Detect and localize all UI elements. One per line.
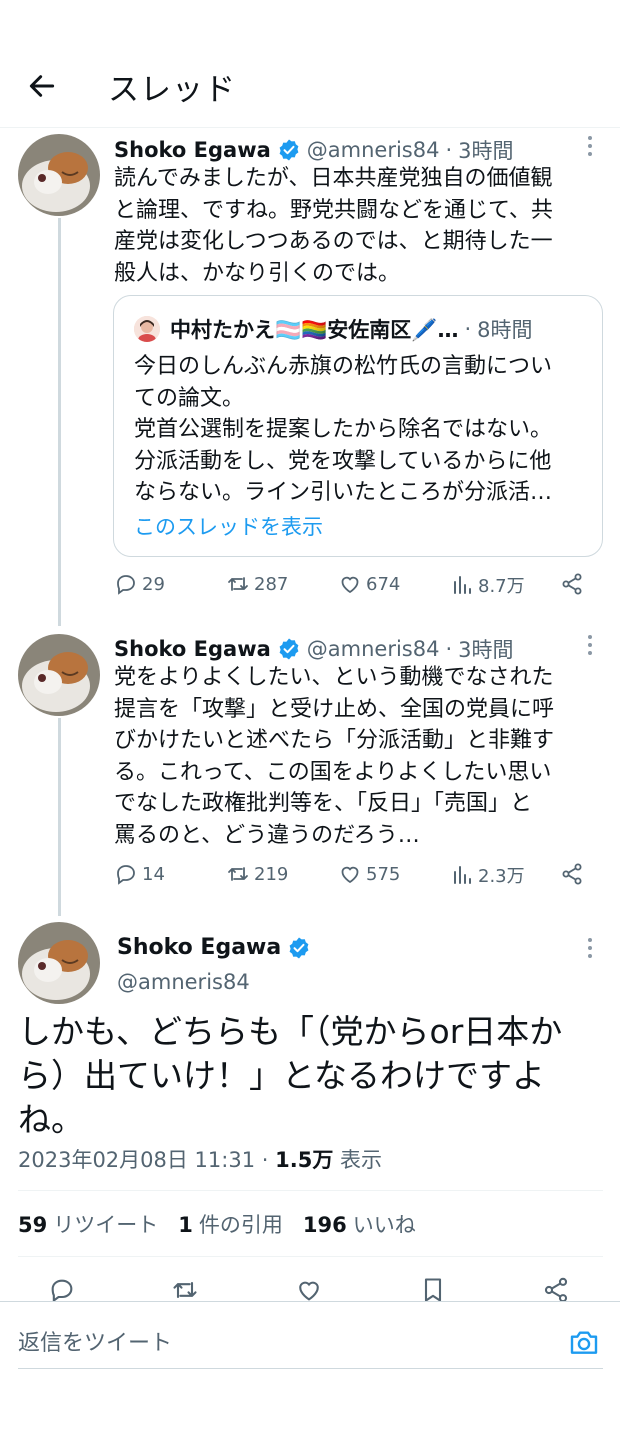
retweets-stat[interactable]: 59 リツイート: [18, 1209, 158, 1239]
user-handle[interactable]: @amneris84: [117, 970, 250, 994]
likes-stat[interactable]: 196 いいね: [303, 1209, 416, 1239]
reply-input[interactable]: 返信をツイート: [18, 1325, 172, 1357]
engagement-stats: 59 リツイート 1 件の引用 196 いいね: [18, 1209, 416, 1239]
quoted-tweet[interactable]: 中村たかえ🏳️‍⚧️🏳️‍🌈安佐南区🖊️… · 8時間 今日のしんぶん赤旗の松竹…: [113, 295, 603, 557]
retweet-icon: [228, 577, 248, 591]
like-count: 575: [366, 863, 401, 885]
tweet-text: 党をよりよくしたい、という動機でなされた 提言を「攻撃」と受け止め、全国の党員に…: [114, 665, 555, 848]
tweet-actions: 29 287 674 8.7万: [114, 572, 594, 602]
reply-count: 29: [142, 573, 165, 595]
separator-dot: ·: [261, 1148, 269, 1172]
share-icon: [562, 863, 582, 885]
tweet-time[interactable]: 3時間: [458, 135, 513, 165]
like-button[interactable]: 575: [338, 862, 400, 886]
avatar[interactable]: [18, 634, 100, 716]
views-chart-icon: [454, 576, 471, 594]
divider: [18, 1190, 603, 1191]
views-chart-icon: [454, 866, 471, 884]
more-options-icon[interactable]: [580, 936, 600, 960]
separator-dot: ·: [445, 637, 453, 661]
quoted-header: 中村たかえ🏳️‍⚧️🏳️‍🌈安佐南区🖊️… · 8時間: [170, 314, 533, 344]
retweet-button[interactable]: 219: [226, 862, 288, 886]
main-tweet-header: Shoko Egawa: [117, 935, 317, 960]
bookmark-icon[interactable]: [419, 1276, 447, 1304]
separator-dot: ·: [464, 317, 472, 341]
avatar[interactable]: [18, 134, 100, 216]
views-button[interactable]: 2.3万: [450, 862, 525, 888]
share-button[interactable]: [560, 862, 588, 886]
verified-badge-icon: [279, 638, 299, 660]
retweet-button[interactable]: 287: [226, 572, 288, 596]
heart-icon: [341, 576, 359, 594]
more-options-icon[interactable]: [580, 134, 600, 158]
verified-badge-icon: [279, 139, 299, 161]
thread-connector: [58, 218, 61, 626]
separator-dot: ·: [445, 138, 453, 162]
camera-icon[interactable]: [568, 1326, 600, 1358]
heart-icon[interactable]: [295, 1276, 323, 1304]
like-count: 196: [302, 1213, 347, 1237]
views-count: 1.5万: [275, 1148, 334, 1172]
reply-count: 14: [142, 863, 165, 885]
retweet-count: 287: [254, 573, 289, 595]
reply-composer: 返信をツイート: [0, 1301, 620, 1379]
tweet-time[interactable]: 3時間: [458, 634, 513, 664]
tweet-timestamp[interactable]: 2023年02月08日 11:31: [18, 1148, 255, 1172]
views-button[interactable]: 8.7万: [450, 572, 525, 598]
thread-connector: [58, 718, 61, 916]
display-name[interactable]: Shoko Egawa: [114, 138, 271, 162]
top-bar: スレッド: [0, 0, 620, 128]
retweet-icon[interactable]: [171, 1276, 199, 1304]
tweet-meta: 2023年02月08日 11:31 · 1.5万 表示: [18, 1144, 382, 1174]
main-tweet-actions: [0, 1272, 620, 1304]
tweet-header: Shoko Egawa @amneris84 · 3時間: [114, 634, 514, 664]
tweet-text: 読んでみましたが、日本共産党独自の価値観 と論理、ですね。野党共闘などを通じて、…: [114, 166, 553, 286]
quotes-stat[interactable]: 1 件の引用: [178, 1209, 283, 1239]
display-name[interactable]: Shoko Egawa: [117, 935, 281, 960]
reply-icon[interactable]: [48, 1276, 76, 1304]
retweet-icon: [228, 867, 248, 881]
reply-icon: [117, 865, 135, 885]
divider: [18, 1256, 603, 1257]
main-tweet-text: しかも、どちらも「（党からor日本か ら）出ていけ！」となるわけですよ ね。: [18, 1012, 563, 1139]
views-count: 2.3万: [478, 866, 525, 887]
quoted-text: 今日のしんぶん赤旗の松竹氏の言動につい ての論文。 党首公選制を提案したから除名…: [134, 354, 553, 505]
verified-badge-icon: [289, 937, 309, 958]
share-icon[interactable]: [542, 1276, 570, 1304]
reply-icon: [117, 575, 135, 595]
reply-button[interactable]: 14: [114, 862, 165, 886]
heart-icon: [341, 866, 359, 884]
show-thread-link[interactable]: このスレッドを表示: [134, 511, 323, 541]
tweet-header: Shoko Egawa @amneris84 · 3時間: [114, 135, 514, 165]
back-arrow-icon[interactable]: [26, 70, 58, 102]
more-options-icon[interactable]: [580, 633, 600, 657]
tweet-actions: 14 219 575 2.3万: [114, 862, 594, 892]
user-handle[interactable]: @amneris84: [307, 138, 440, 162]
retweet-count: 219: [254, 863, 289, 885]
like-button[interactable]: 674: [338, 572, 400, 596]
page-title: スレッド: [108, 72, 236, 108]
like-count: 674: [366, 573, 401, 595]
quote-label: 件の引用: [198, 1213, 283, 1237]
user-handle[interactable]: @amneris84: [307, 637, 440, 661]
quote-count: 1: [178, 1213, 193, 1237]
reply-button[interactable]: 29: [114, 572, 165, 596]
like-label: いいね: [352, 1213, 416, 1237]
share-button[interactable]: [560, 572, 588, 596]
share-icon: [562, 573, 582, 595]
retweet-label: リツイート: [53, 1213, 159, 1237]
display-name[interactable]: Shoko Egawa: [114, 637, 271, 661]
views-label: 表示: [340, 1148, 383, 1172]
quoted-avatar: [134, 316, 160, 342]
avatar[interactable]: [18, 922, 100, 1004]
views-count: 8.7万: [478, 576, 525, 597]
input-underline: [18, 1368, 603, 1369]
quoted-display-name: 中村たかえ🏳️‍⚧️🏳️‍🌈安佐南区🖊️…: [170, 318, 459, 342]
quoted-time: 8時間: [477, 318, 533, 342]
retweet-count: 59: [18, 1213, 48, 1237]
